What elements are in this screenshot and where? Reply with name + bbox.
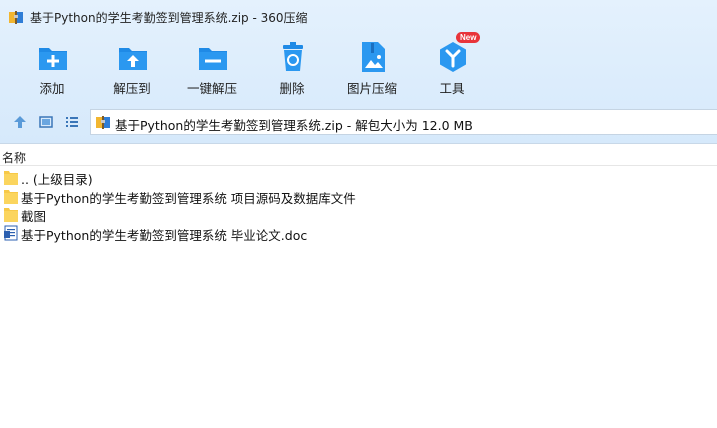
word-document-icon bbox=[4, 225, 18, 241]
archive-app-icon bbox=[9, 11, 23, 24]
delete-label: 删除 bbox=[279, 81, 305, 96]
folder-icon bbox=[4, 208, 18, 222]
one-click-extract-label: 一键解压 bbox=[186, 81, 237, 96]
new-badge: New bbox=[456, 32, 481, 43]
column-header-name[interactable]: 名称 bbox=[2, 149, 26, 166]
list-item-name: 基于Python的学生考勤签到管理系统 毕业论文.doc bbox=[21, 228, 308, 243]
extract-to-label: 解压到 bbox=[113, 81, 151, 96]
up-button[interactable] bbox=[10, 112, 30, 132]
thumbnail-view-button[interactable] bbox=[36, 112, 56, 132]
folder-icon bbox=[4, 190, 18, 204]
arrow-up-icon bbox=[14, 116, 26, 128]
list-item[interactable]: 基于Python的学生考勤签到管理系统 项目源码及数据库文件 bbox=[0, 187, 717, 206]
list-item[interactable]: 截图 bbox=[0, 205, 717, 224]
archive-icon bbox=[96, 116, 110, 129]
extract-to-button[interactable]: 解压到 bbox=[92, 36, 172, 98]
list-item[interactable]: .. (上级目录) bbox=[0, 168, 717, 187]
one-click-extract-icon bbox=[199, 48, 227, 70]
add-button[interactable]: 添加 bbox=[12, 36, 92, 98]
list-item-name: 截图 bbox=[21, 209, 47, 224]
image-compress-label: 图片压缩 bbox=[346, 81, 397, 96]
archive-path: 基于Python的学生考勤签到管理系统.zip - 解包大小为 12.0 MB bbox=[115, 118, 473, 133]
window-chrome: 基于Python的学生考勤签到管理系统.zip - 360压缩 添加 解压到 一… bbox=[0, 0, 717, 144]
one-click-extract-button[interactable]: 一键解压 bbox=[172, 36, 252, 98]
window-title: 基于Python的学生考勤签到管理系统.zip - 360压缩 bbox=[30, 11, 308, 25]
address-bar[interactable]: 基于Python的学生考勤签到管理系统.zip - 解包大小为 12.0 MB bbox=[90, 109, 717, 135]
list-item[interactable]: 基于Python的学生考勤签到管理系统 毕业论文.doc bbox=[0, 224, 717, 243]
add-button-label: 添加 bbox=[39, 81, 65, 96]
main-toolbar: 添加 解压到 一键解压 删除 图片压缩 New 工具 bbox=[0, 32, 717, 98]
tools-icon bbox=[440, 42, 466, 72]
trash-icon bbox=[283, 42, 303, 71]
navigation-bar: 基于Python的学生考勤签到管理系统.zip - 解包大小为 12.0 MB bbox=[0, 108, 717, 136]
image-compress-icon bbox=[362, 42, 385, 72]
file-list-header: 名称 bbox=[0, 146, 717, 166]
delete-button[interactable]: 删除 bbox=[252, 36, 332, 98]
thumbnail-view-icon bbox=[39, 116, 53, 128]
folder-icon bbox=[4, 171, 18, 185]
list-view-icon bbox=[66, 117, 78, 127]
tools-label: 工具 bbox=[439, 81, 465, 96]
add-box-icon bbox=[39, 48, 67, 70]
title-bar: 基于Python的学生考勤签到管理系统.zip - 360压缩 bbox=[0, 0, 717, 34]
tools-button[interactable]: New 工具 bbox=[412, 32, 492, 98]
extract-to-icon bbox=[119, 48, 147, 70]
list-item-name: .. (上级目录) bbox=[21, 172, 93, 187]
list-view-button[interactable] bbox=[62, 112, 82, 132]
image-compress-button[interactable]: 图片压缩 bbox=[332, 36, 412, 98]
